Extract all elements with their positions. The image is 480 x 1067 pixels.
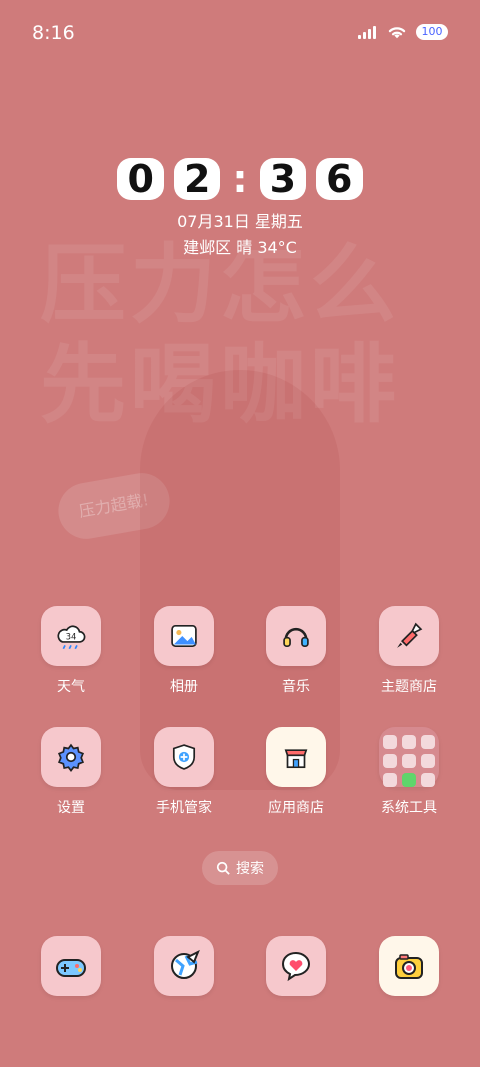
dock-messages[interactable]: [248, 936, 344, 996]
app-label: 相册: [170, 679, 198, 695]
svg-text:34: 34: [66, 632, 77, 642]
app-store[interactable]: 应用商店: [248, 727, 344, 817]
search-icon: [216, 861, 230, 875]
app-store-icon: [266, 727, 326, 787]
theme-store-icon: [379, 606, 439, 666]
app-label: 应用商店: [268, 800, 324, 816]
status-icons: 100: [358, 24, 448, 40]
signal-icon: [358, 25, 378, 39]
app-phone-manager[interactable]: 手机管家: [136, 727, 232, 817]
dock-browser[interactable]: [136, 936, 232, 996]
app-label: 手机管家: [156, 800, 212, 816]
gallery-icon: [154, 606, 214, 666]
date-label: 07月31日 星期五: [177, 212, 303, 231]
folder-system-tools[interactable]: 系统工具: [361, 727, 457, 817]
search-label: 搜索: [236, 861, 264, 877]
battery-indicator: 100: [416, 24, 448, 40]
music-icon: [266, 606, 326, 666]
wifi-icon: [388, 27, 406, 39]
weather-label: 建邺区 晴 34°C: [183, 238, 297, 257]
clock-digit: 2: [173, 158, 221, 200]
system-tools-folder-icon: [379, 727, 439, 787]
dock-camera[interactable]: [361, 936, 457, 996]
app-music[interactable]: 音乐: [248, 606, 344, 696]
app-label: 设置: [57, 800, 85, 816]
app-label: 主题商店: [381, 679, 437, 695]
app-theme-store[interactable]: 主题商店: [361, 606, 457, 696]
clock-widget[interactable]: 0 2 : 3 6: [0, 158, 480, 200]
app-label: 天气: [57, 679, 85, 695]
app-gallery[interactable]: 相册: [136, 606, 232, 696]
weather-icon: 34: [41, 606, 101, 666]
browser-icon: [154, 936, 214, 996]
app-label: 音乐: [282, 679, 310, 695]
clock-digit: 0: [117, 158, 164, 200]
clock-separator: :: [232, 157, 248, 201]
status-bar: 8:16 100: [0, 0, 480, 68]
app-weather[interactable]: 34 天气: [23, 606, 119, 696]
app-label: 系统工具: [381, 800, 437, 816]
settings-icon: [41, 727, 101, 787]
app-settings[interactable]: 设置: [23, 727, 119, 817]
game-icon: [41, 936, 101, 996]
clock-digit: 6: [316, 158, 363, 200]
camera-icon: [379, 936, 439, 996]
phone-manager-icon: [154, 727, 214, 787]
search-button[interactable]: 搜索: [202, 851, 278, 885]
messages-icon: [266, 936, 326, 996]
dock-game[interactable]: [23, 936, 119, 996]
clock-digit: 3: [259, 158, 307, 200]
status-time: 8:16: [32, 22, 75, 44]
